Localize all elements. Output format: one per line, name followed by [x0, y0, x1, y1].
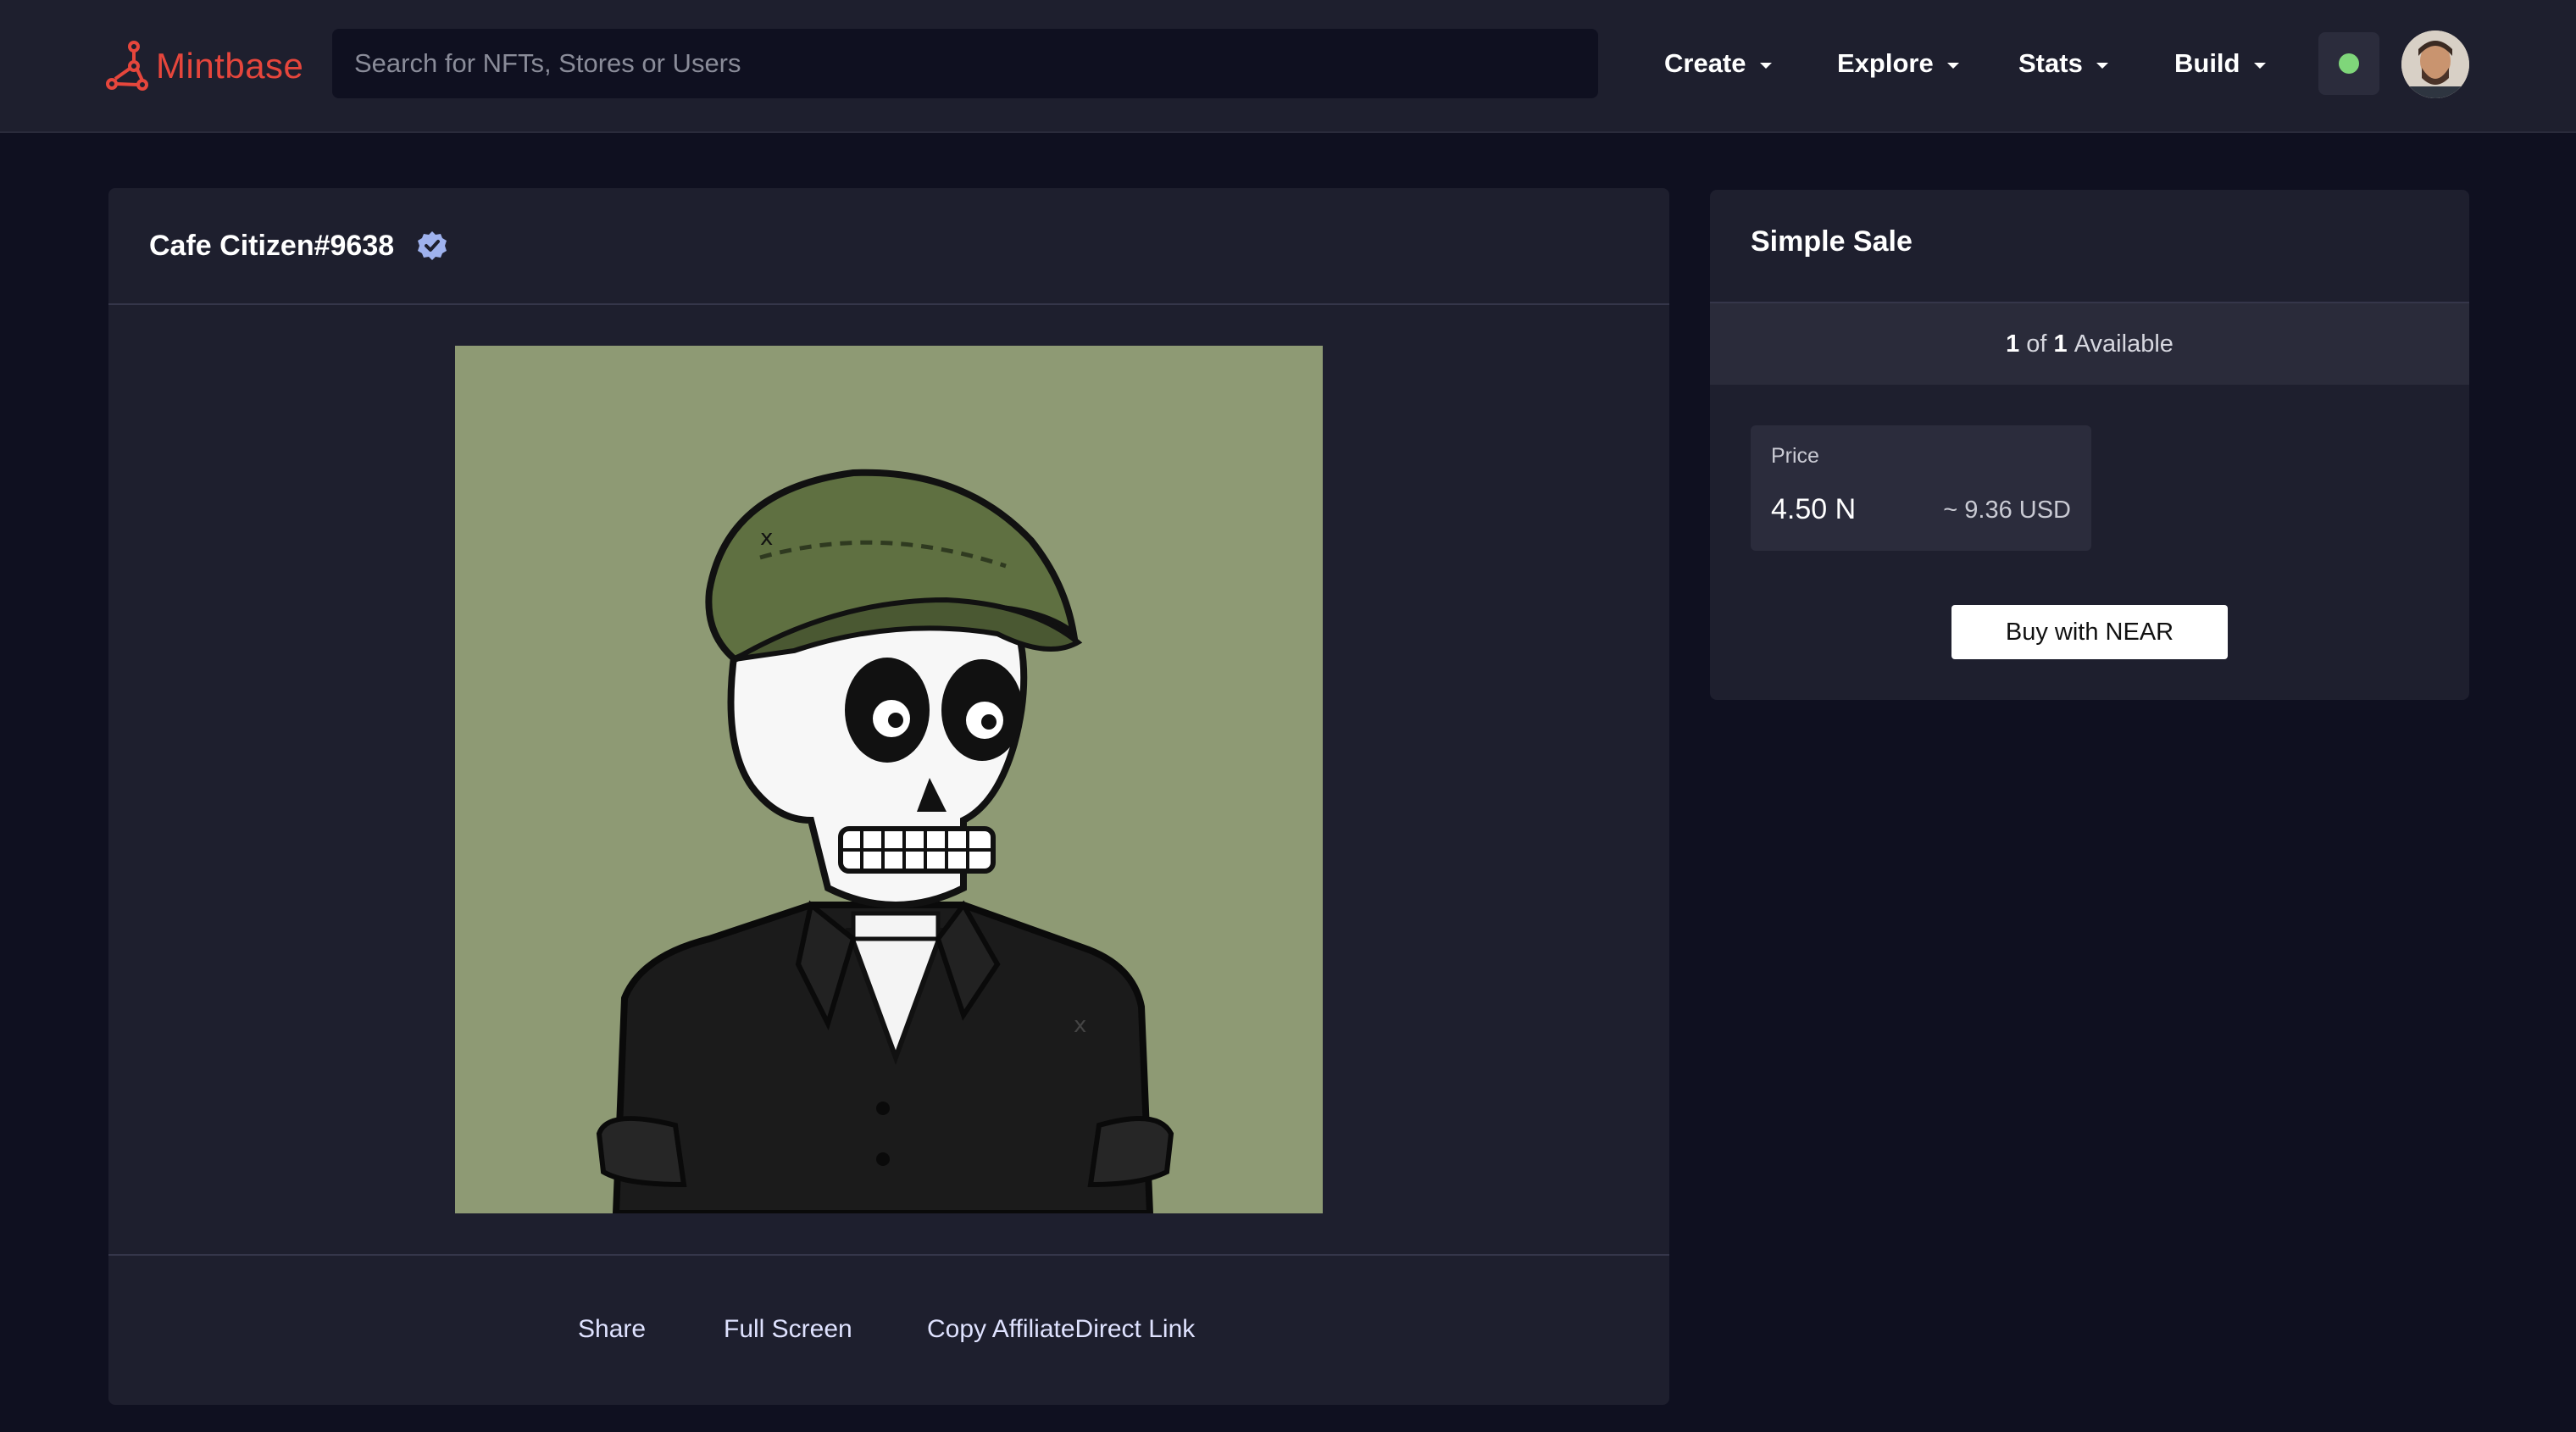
- nav-create-label: Create: [1664, 48, 1746, 78]
- available-of: of: [2026, 330, 2047, 358]
- avatar[interactable]: [2401, 31, 2469, 98]
- svg-text:x: x: [1074, 1013, 1086, 1038]
- chevron-down-icon: [1759, 62, 1772, 69]
- mintbase-logo[interactable]: Mintbase: [105, 36, 303, 97]
- full-screen-link[interactable]: Full Screen: [724, 1315, 852, 1344]
- online-status-dot: [2339, 53, 2359, 74]
- logo-text: Mintbase: [156, 46, 304, 86]
- chevron-down-icon: [2253, 62, 2266, 69]
- copy-affiliate-link[interactable]: Copy AffiliateDirect Link: [927, 1315, 1195, 1344]
- nav-stats[interactable]: Stats: [2018, 34, 2108, 93]
- chevron-down-icon: [1946, 62, 1959, 69]
- sale-title: Simple Sale: [1751, 225, 1913, 258]
- nav-build-label: Build: [2174, 48, 2240, 78]
- verified-badge-icon: [418, 231, 447, 260]
- availability-bar: 1 of 1 Available: [1710, 302, 2469, 385]
- buy-with-near-button[interactable]: Buy with NEAR: [1951, 605, 2228, 659]
- available-label: Available: [2074, 330, 2174, 358]
- skeleton-nft-artwork: x x: [455, 346, 1323, 1213]
- price-label: Price: [1771, 444, 1819, 468]
- nft-actions-bar: Share Full Screen Copy AffiliateDirect L…: [108, 1254, 1669, 1405]
- available-count: 1: [2006, 330, 2020, 358]
- nav-stats-label: Stats: [2018, 48, 2083, 78]
- simple-sale-card: Simple Sale 1 of 1 Available Price 4.50 …: [1710, 190, 2469, 700]
- chevron-down-icon: [2096, 62, 2108, 69]
- nav-create[interactable]: Create: [1664, 34, 1772, 93]
- price-box: Price 4.50 N ~ 9.36 USD: [1751, 425, 2091, 551]
- share-link[interactable]: Share: [578, 1315, 646, 1344]
- user-avatar-image: [2401, 31, 2469, 98]
- top-nav-bar: Mintbase Create Explore Stats Build: [0, 0, 2576, 133]
- nft-media-card: Cafe Citizen#9638 x x Share Full Screen …: [108, 188, 1669, 1405]
- search-input[interactable]: [332, 29, 1598, 98]
- nft-card-header: Cafe Citizen#9638: [108, 188, 1669, 305]
- nav-explore[interactable]: Explore: [1837, 34, 1959, 93]
- svg-text:x: x: [760, 525, 773, 551]
- price-usd: ~ 9.36 USD: [1943, 497, 2071, 524]
- nft-image[interactable]: x x: [455, 346, 1323, 1213]
- nav-explore-label: Explore: [1837, 48, 1934, 78]
- nav-build[interactable]: Build: [2174, 34, 2266, 93]
- connection-status-button[interactable]: [2318, 32, 2379, 95]
- mintbase-logo-icon: [106, 41, 148, 91]
- nft-title: Cafe Citizen#9638: [149, 229, 395, 262]
- price-near: 4.50 N: [1771, 493, 1857, 525]
- available-total: 1: [2053, 330, 2068, 358]
